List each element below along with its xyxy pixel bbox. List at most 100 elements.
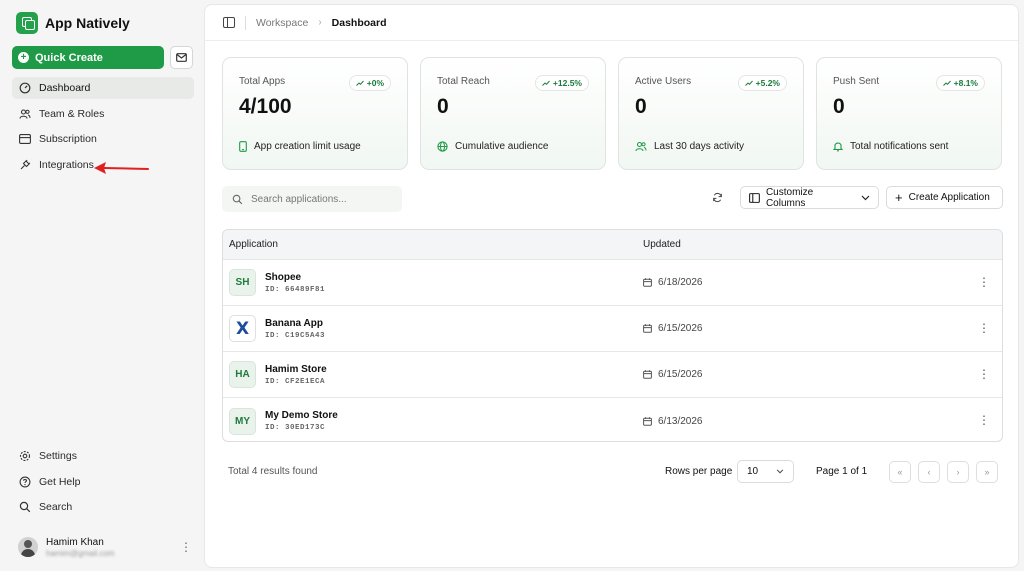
calendar-icon — [643, 370, 652, 379]
phone-icon — [239, 141, 247, 152]
last-page-button[interactable]: » — [976, 461, 998, 483]
create-application-button[interactable]: + Create Application — [886, 186, 1003, 209]
table-header: Application Updated — [223, 230, 1002, 260]
chevron-down-icon — [776, 469, 784, 474]
quick-create-button[interactable]: + Quick Create — [12, 46, 164, 69]
sidebar-item-label: Settings — [39, 450, 77, 462]
user-menu[interactable]: Hamim Khan hamim@gmail.com ⋮ — [18, 534, 192, 560]
app-id: ID: 66489F81 — [265, 285, 326, 294]
stat-card-active-users: Active Users +5.2% 0 Last 30 days activi… — [618, 57, 804, 170]
rows-per-page-value: 10 — [747, 466, 759, 477]
chevron-right-icon: › — [318, 17, 322, 28]
breadcrumb-workspace[interactable]: Workspace — [256, 17, 308, 29]
annotation-arrow-icon — [94, 162, 149, 174]
brand[interactable]: App Natively — [16, 12, 130, 34]
sidebar-item-settings[interactable]: Settings — [12, 445, 194, 467]
page-indicator: Page 1 of 1 — [816, 466, 868, 477]
table-row[interactable]: X Banana App ID: C19C5A43 6/15/2026 ⋮ — [223, 306, 1002, 352]
stat-footer-text: Cumulative audience — [455, 141, 549, 152]
customize-columns-button[interactable]: Customize Columns — [740, 186, 879, 209]
avatar — [18, 537, 38, 557]
app-avatar: SH — [229, 269, 256, 296]
search-icon — [232, 194, 243, 204]
updated-date: 6/18/2026 — [658, 277, 703, 288]
stat-footer-text: App creation limit usage — [254, 141, 361, 152]
column-header-application[interactable]: Application — [223, 239, 643, 250]
more-vertical-icon[interactable]: ⋮ — [978, 414, 990, 426]
app-name[interactable]: Shopee — [265, 272, 325, 283]
more-vertical-icon[interactable]: ⋮ — [978, 322, 990, 334]
stat-footer: App creation limit usage — [239, 141, 361, 152]
bell-icon — [833, 142, 843, 152]
sidebar-item-search[interactable]: Search — [12, 496, 194, 518]
stat-footer-text: Total notifications sent — [850, 141, 949, 152]
trend-up-icon — [355, 80, 364, 86]
stat-footer: Cumulative audience — [437, 141, 548, 152]
sidebar-item-dashboard[interactable]: Dashboard — [12, 77, 194, 99]
app-name[interactable]: My Demo Store — [265, 410, 338, 421]
updated-cell: 6/15/2026 — [643, 369, 703, 380]
brand-name: App Natively — [45, 15, 130, 31]
customize-columns-label: Customize Columns — [765, 186, 814, 209]
previous-page-button[interactable]: ‹ — [918, 461, 940, 483]
users-icon — [19, 108, 31, 120]
applications-table: Application Updated SH Shopee ID: 66489F… — [222, 229, 1003, 442]
globe-icon — [437, 141, 448, 152]
app-id: ID: C19C5A43 — [265, 331, 326, 340]
sidebar-item-label: Team & Roles — [39, 107, 105, 120]
main-panel: Workspace › Dashboard Total Apps +0% 4/1… — [204, 4, 1019, 568]
updated-date: 6/15/2026 — [658, 323, 703, 334]
app-info: My Demo Store ID: 30ED173C — [265, 410, 338, 432]
rows-per-page-select[interactable]: 10 — [737, 460, 794, 483]
gauge-icon — [19, 82, 31, 94]
stat-card-push-sent: Push Sent +8.1% 0 Total notifications se… — [816, 57, 1002, 170]
create-application-label: Create Application — [908, 192, 990, 203]
trend-value: +8.1% — [953, 78, 978, 88]
app-logo: X — [229, 315, 256, 342]
app-avatar: HA — [229, 361, 256, 388]
top-bar: Workspace › Dashboard — [205, 5, 1018, 41]
app-logo-icon — [16, 12, 38, 34]
trend-up-icon — [942, 80, 951, 86]
search-box[interactable] — [222, 186, 402, 212]
sidebar-item-team-roles[interactable]: Team & Roles — [12, 103, 194, 125]
next-page-button[interactable]: › — [947, 461, 969, 483]
sidebar-item-label: Dashboard — [39, 82, 91, 94]
application-cell: X Banana App ID: C19C5A43 — [223, 315, 643, 342]
trend-value: +5.2% — [755, 78, 780, 88]
results-count: Total 4 results found — [228, 466, 318, 477]
card-icon — [19, 133, 31, 145]
chevron-down-icon — [861, 195, 870, 200]
updated-cell: 6/15/2026 — [643, 323, 703, 334]
refresh-icon[interactable] — [712, 192, 723, 206]
table-row[interactable]: MY My Demo Store ID: 30ED173C 6/13/2026 … — [223, 398, 1002, 441]
chevrons-left-icon: « — [897, 467, 903, 477]
first-page-button[interactable]: « — [889, 461, 911, 483]
inbox-button[interactable] — [170, 46, 193, 69]
trend-badge: +0% — [348, 75, 391, 91]
trend-up-icon — [744, 80, 753, 86]
trend-badge: +12.5% — [534, 75, 589, 91]
breadcrumb-current: Dashboard — [331, 16, 387, 29]
rows-per-page-label: Rows per page — [665, 466, 733, 477]
app-name[interactable]: Hamim Store — [265, 364, 327, 375]
help-icon — [19, 476, 31, 488]
table-row[interactable]: SH Shopee ID: 66489F81 6/18/2026 ⋮ — [223, 260, 1002, 306]
user-email: hamim@gmail.com — [46, 548, 115, 558]
mail-icon — [176, 53, 187, 62]
app-name[interactable]: Banana App — [265, 318, 325, 329]
table-toolbar: Customize Columns + Create Application — [222, 186, 1003, 212]
table-row[interactable]: HA Hamim Store ID: CF2E1ECA 6/15/2026 ⋮ — [223, 352, 1002, 398]
column-header-updated[interactable]: Updated — [643, 239, 681, 250]
app-id: ID: CF2E1ECA — [265, 377, 326, 386]
sidebar-secondary-nav: Settings Get Help Search — [12, 445, 194, 522]
sidebar-item-subscription[interactable]: Subscription — [12, 128, 194, 150]
sidebar-toggle-icon[interactable] — [223, 17, 235, 28]
application-cell: SH Shopee ID: 66489F81 — [223, 269, 643, 296]
search-input[interactable] — [251, 193, 391, 205]
application-cell: MY My Demo Store ID: 30ED173C — [223, 407, 643, 435]
sidebar-item-get-help[interactable]: Get Help — [12, 471, 194, 493]
more-vertical-icon[interactable]: ⋮ — [180, 540, 192, 554]
more-vertical-icon[interactable]: ⋮ — [978, 276, 990, 288]
more-vertical-icon[interactable]: ⋮ — [978, 368, 990, 380]
